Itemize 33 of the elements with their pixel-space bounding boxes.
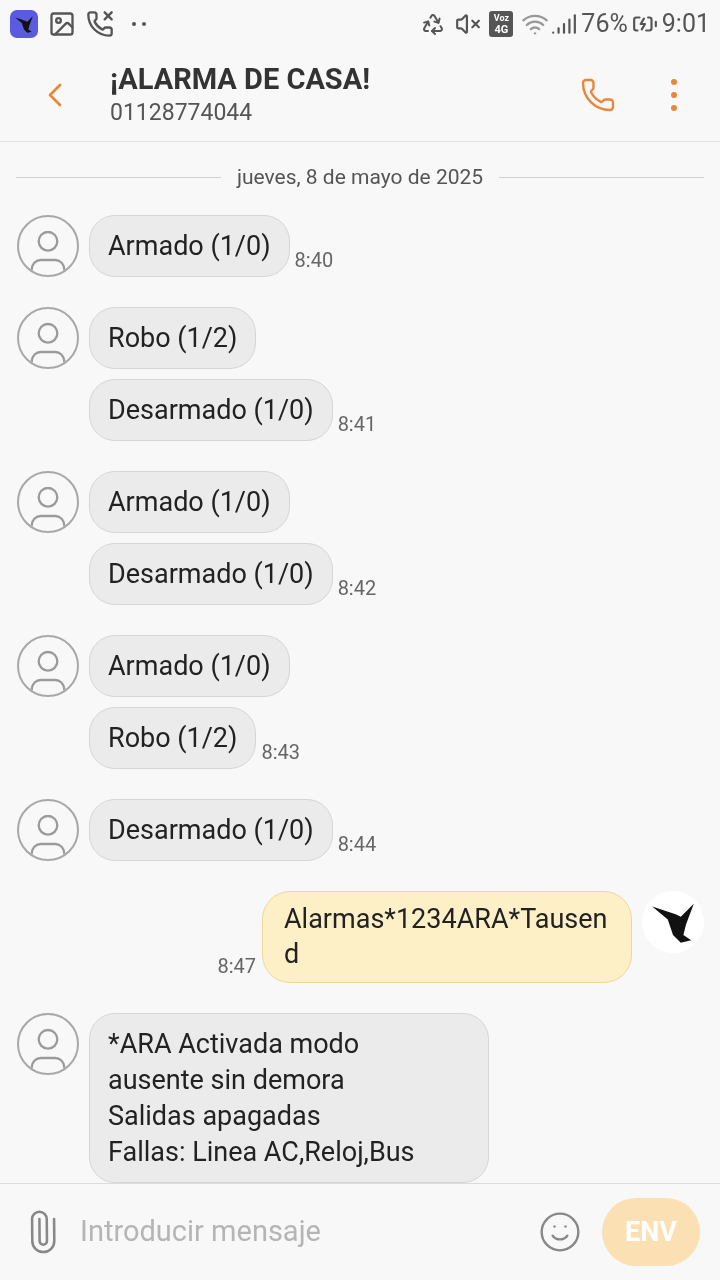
message-time: 8:43 xyxy=(261,739,300,766)
badge-text: Voz xyxy=(493,13,509,24)
received-message-bubble[interactable]: Armado (1/0) xyxy=(89,635,290,697)
sent-message-bubble[interactable]: Alarmas*1234ARA*Tausend xyxy=(262,891,632,983)
missed-call-icon xyxy=(86,10,114,38)
received-message-bubble[interactable]: Desarmado (1/0) xyxy=(89,543,333,605)
emoji-icon[interactable] xyxy=(538,1210,582,1254)
received-message-bubble[interactable]: Desarmado (1/0) xyxy=(89,379,333,441)
phone-icon xyxy=(580,76,616,113)
received-message-bubble[interactable]: Desarmado (1/0) xyxy=(89,799,333,861)
message-time: 8:44 xyxy=(337,831,377,858)
message-time: 8:42 xyxy=(337,575,377,602)
more-options-icon xyxy=(671,78,677,111)
received-message-bubble[interactable]: Armado (1/0) xyxy=(89,471,290,533)
mute-icon xyxy=(455,11,482,37)
message-time: 8:40 xyxy=(294,247,334,274)
contact-name: ¡ALARMA DE CASA! xyxy=(110,60,372,97)
clock: 9:01 xyxy=(661,8,710,41)
received-message-bubble[interactable]: Robo (1/2) xyxy=(89,307,257,369)
message-time: 8:47 xyxy=(217,953,256,980)
battery-saver-icon xyxy=(421,12,446,36)
received-message-bubble[interactable]: Armado (1/0) xyxy=(89,215,290,277)
received-message-bubble[interactable]: Robo (1/2) xyxy=(89,707,257,769)
phone-number: 01128774044 xyxy=(110,97,254,128)
more-dots-icon xyxy=(132,22,146,26)
image-icon xyxy=(48,10,76,38)
received-message-bubble[interactable]: *ARA Activada modo ausente sin demora Salidas apagadas Fallas: Linea AC,Reloj,Bus xyxy=(89,1013,489,1183)
battery-percent: 76% xyxy=(581,8,628,41)
date-divider: jueves, 8 de mayo de 2025 xyxy=(236,163,484,191)
signal-icon xyxy=(551,11,578,37)
message-field[interactable]: Introducir mensaje xyxy=(80,1210,538,1254)
message-time: 8:41 xyxy=(337,411,377,438)
badge-text: 4G xyxy=(494,24,509,35)
